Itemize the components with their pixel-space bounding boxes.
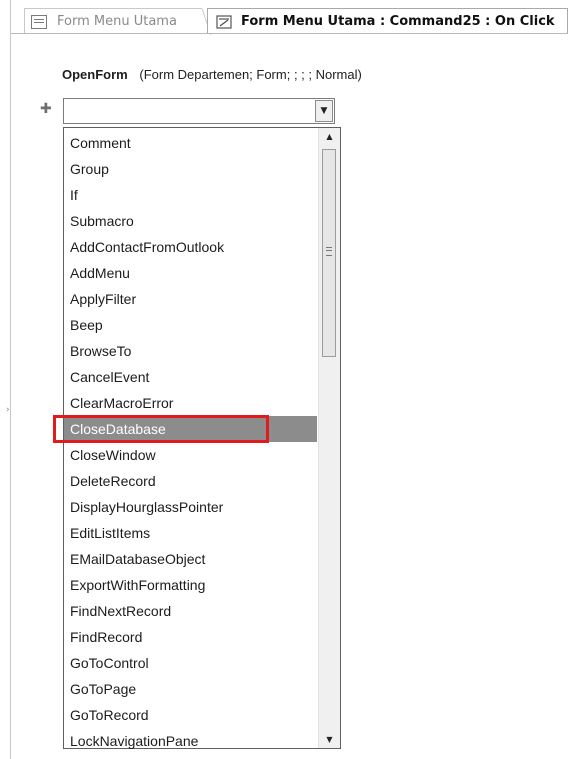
tab-form-menu-utama[interactable]: Form Menu Utama: [24, 8, 202, 34]
list-item[interactable]: DisplayHourglassPointer: [64, 494, 317, 520]
dropdown-items: Comment Group If Submacro AddContactFromOutl…: [64, 130, 317, 754]
collapse-marker-icon[interactable]: ›: [6, 405, 10, 415]
document-tabs: Form Menu Utama Form Menu Utama : Comman…: [24, 8, 568, 34]
tab-label: Form Menu Utama: [57, 14, 177, 29]
list-item[interactable]: EMailDatabaseObject: [64, 546, 317, 572]
action-name: OpenForm: [62, 67, 128, 82]
left-divider: [10, 0, 11, 759]
macro-icon: [216, 14, 232, 29]
list-item[interactable]: ClearMacroError: [64, 390, 317, 416]
list-item[interactable]: Submacro: [64, 208, 317, 234]
list-item[interactable]: GoToPage: [64, 676, 317, 702]
list-item[interactable]: Group: [64, 156, 317, 182]
action-arguments: (Form Departemen; Form; ; ; ; Normal): [139, 67, 362, 82]
scroll-down-arrow-icon[interactable]: ▼: [319, 731, 340, 748]
list-item[interactable]: ExportWithFormatting: [64, 572, 317, 598]
vertical-scrollbar[interactable]: ▲ ▼: [318, 128, 340, 748]
action-dropdown-list[interactable]: Comment Group If Submacro AddContactFromOutl…: [63, 127, 341, 749]
tab-label: Form Menu Utama : Command25 : On Click: [241, 14, 555, 29]
list-item[interactable]: AddContactFromOutlook: [64, 234, 317, 260]
list-item[interactable]: CloseWindow: [64, 442, 317, 468]
list-item[interactable]: If: [64, 182, 317, 208]
list-item[interactable]: GoToControl: [64, 650, 317, 676]
add-new-action-combobox[interactable]: ▼: [63, 98, 335, 124]
macro-action-line[interactable]: OpenForm (Form Departemen; Form; ; ; ; N…: [62, 67, 362, 82]
add-action-plus-icon[interactable]: ✚: [40, 101, 52, 117]
list-item[interactable]: Comment: [64, 130, 317, 156]
list-item[interactable]: DeleteRecord: [64, 468, 317, 494]
scrollbar-thumb[interactable]: [322, 149, 336, 357]
form-icon: [31, 14, 47, 29]
list-item[interactable]: FindNextRecord: [64, 598, 317, 624]
left-panel-edge: [0, 0, 10, 759]
tab-macro-command25[interactable]: Form Menu Utama : Command25 : On Click: [207, 8, 568, 34]
dropdown-arrow-icon[interactable]: ▼: [315, 100, 333, 122]
list-item[interactable]: LockNavigationPane: [64, 728, 317, 754]
scroll-up-arrow-icon[interactable]: ▲: [319, 128, 340, 145]
list-item[interactable]: AddMenu: [64, 260, 317, 286]
list-item[interactable]: CancelEvent: [64, 364, 317, 390]
list-item[interactable]: BrowseTo: [64, 338, 317, 364]
list-item[interactable]: GoToRecord: [64, 702, 317, 728]
list-item[interactable]: EditListItems: [64, 520, 317, 546]
scroll-grip-icon: [326, 247, 332, 256]
list-item[interactable]: ApplyFilter: [64, 286, 317, 312]
tab-underline: [11, 33, 568, 34]
list-item[interactable]: Beep: [64, 312, 317, 338]
list-item[interactable]: FindRecord: [64, 624, 317, 650]
list-item-selected[interactable]: CloseDatabase: [64, 416, 317, 442]
